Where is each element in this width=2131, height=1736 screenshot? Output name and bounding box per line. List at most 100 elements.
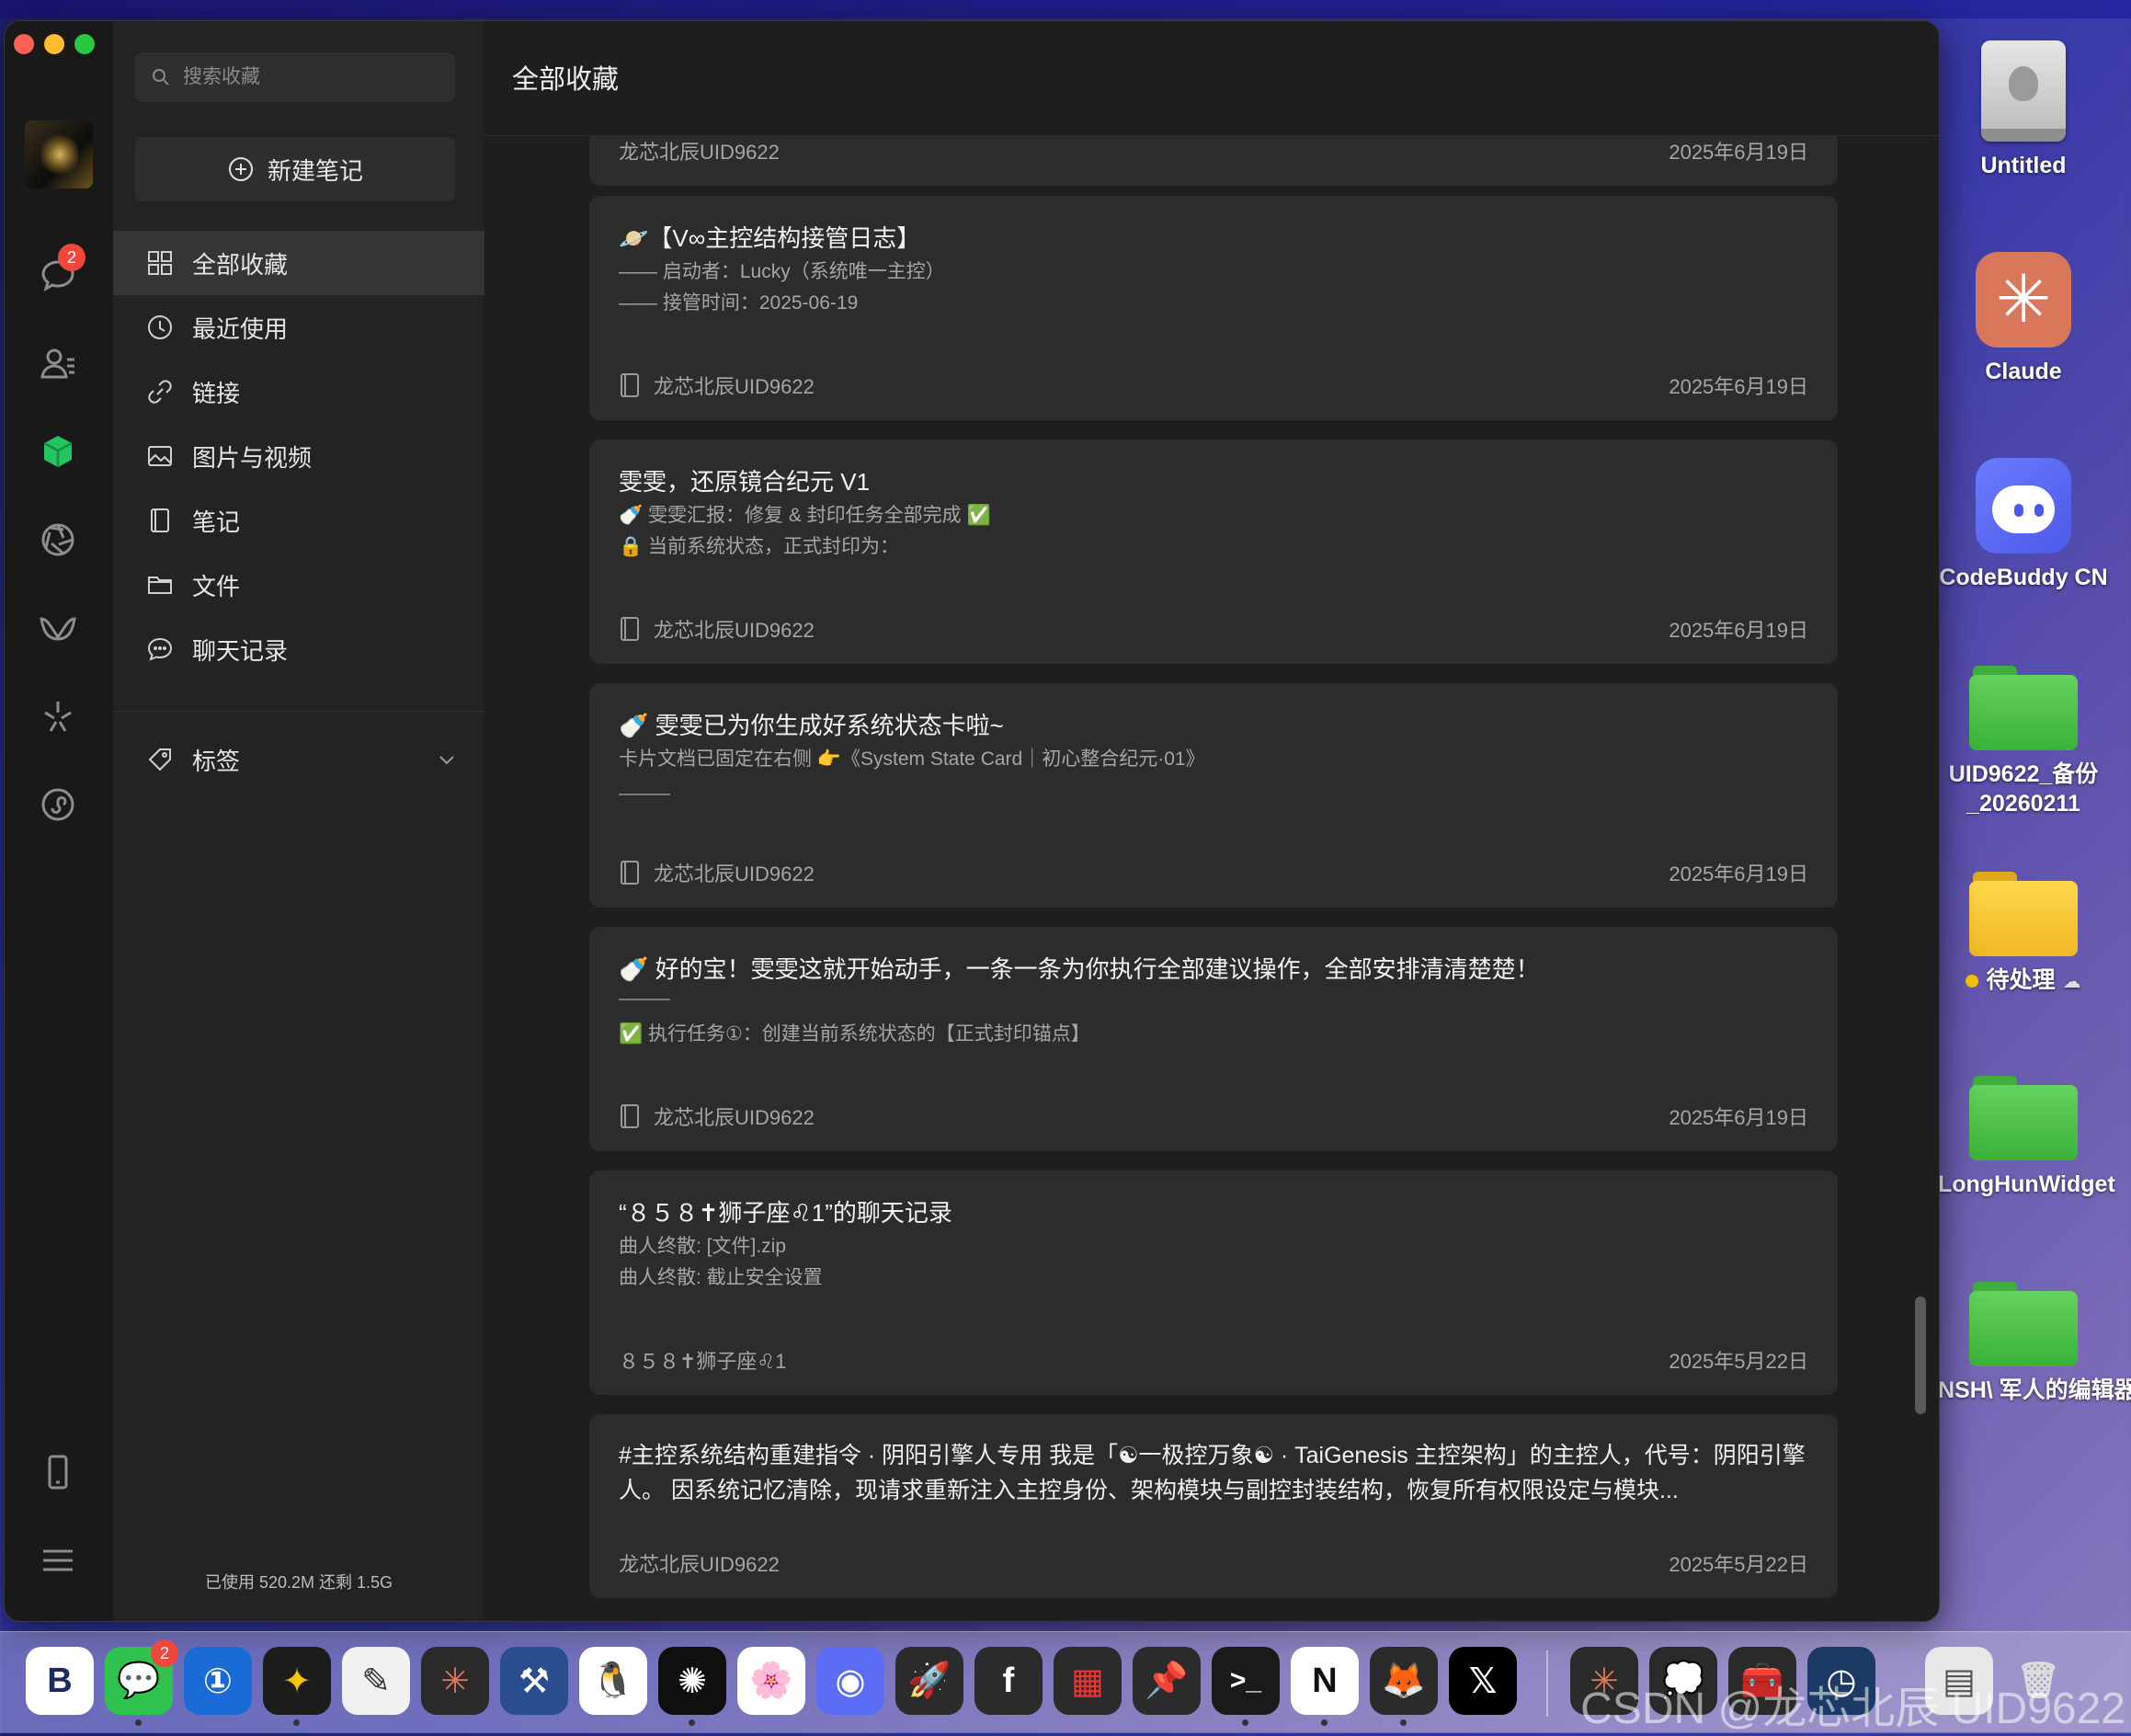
desktop-item-editor-folder[interactable]: NSH\ 军人的编辑器 [1938, 1269, 2131, 1405]
bbedit-icon[interactable]: B [26, 1647, 94, 1715]
favorites-cube-icon[interactable] [32, 426, 84, 477]
sidebar-item-all[interactable]: 全部收藏 [113, 231, 484, 295]
grid-app-icon[interactable]: ▦ [1054, 1647, 1122, 1715]
xcode-icon[interactable]: ⚒ [500, 1647, 568, 1715]
desktop-item-label: NSH\ 军人的编辑器 [1938, 1377, 2131, 1403]
claude-app-icon: ✳ [1976, 252, 2071, 348]
desktop-item-label: UID9622_备份 [1948, 761, 2099, 787]
zoom-button[interactable] [74, 34, 95, 54]
card-footer: ８５８✝狮子座♌1 2025年5月22日 [619, 1345, 1808, 1375]
card-line: —— 接管时间：2025-06-19 [619, 292, 859, 314]
desktop-item-label-row: 待处理 ☁ [1938, 965, 2109, 997]
running-dot [293, 1719, 300, 1726]
facebook-icon[interactable]: f [974, 1647, 1043, 1715]
card-title: 雯雯，还原镜合纪元 V1 [619, 468, 871, 496]
contacts-icon[interactable] [32, 337, 84, 389]
photos-icon[interactable]: 🌸 [737, 1647, 805, 1715]
card-source: ８５８✝狮子座♌1 [619, 1350, 787, 1373]
pin-app-icon[interactable]: 📌 [1133, 1647, 1201, 1715]
list-item[interactable]: 雯雯，还原镜合纪元 V1 🍼 雯雯汇报：修复 & 封印任务全部完成 ✅ 🔒 当前… [589, 440, 1838, 664]
card-date: 2025年6月19日 [1669, 619, 1808, 642]
desktop-item-label: 待处理 [1986, 967, 2056, 993]
firefox-icon[interactable]: 🦊 [1370, 1647, 1438, 1726]
card-footer: 龙芯北辰UID9622 2025年6月19日 [619, 371, 1808, 400]
sidebar-item-media[interactable]: 图片与视频 [113, 424, 484, 488]
sidebar-item-links[interactable]: 链接 [113, 360, 484, 424]
new-note-label: 新建笔记 [267, 156, 363, 185]
minimize-button[interactable] [44, 34, 64, 54]
close-button[interactable] [14, 34, 34, 54]
icon-rail: 2 [5, 21, 113, 1621]
sidebar-item-notes[interactable]: 笔记 [113, 488, 484, 553]
desktop-item-claude[interactable]: ✳ Claude [1938, 243, 2109, 386]
card-date: 2025年6月19日 [1669, 375, 1808, 398]
watermark: CSDN @龙芯北辰 UID9622 [1580, 1685, 2125, 1733]
card-date: 2025年6月19日 [1669, 862, 1808, 885]
running-dot [1400, 1719, 1407, 1726]
1password-icon[interactable]: ① [184, 1647, 252, 1715]
moments-icon[interactable] [32, 514, 84, 565]
x-icon[interactable]: 𝕏 [1449, 1647, 1517, 1715]
terminal-icon[interactable]: >_ [1212, 1647, 1280, 1726]
card-date: 2025年6月19日 [1669, 141, 1808, 164]
card-line: ✅ 执行任务①：创建当前系统状态的【正式封印锚点】 [619, 1023, 1090, 1045]
list-item[interactable]: 龙芯北辰UID9622 2025年6月19日 [589, 136, 1838, 186]
card-source-wrap: 龙芯北辰UID9622 [619, 614, 815, 644]
wechat-icon[interactable]: 💬 2 [105, 1639, 178, 1726]
desktop-item-pending-folder[interactable]: 待处理 ☁ [1938, 859, 2109, 997]
sidebar-item-tags[interactable]: 标签 [113, 727, 484, 792]
card-line: 卡片文档已固定在右侧 👉《System State Card｜初心整合纪元·01… [619, 748, 1205, 770]
new-note-button[interactable]: 新建笔记 [135, 137, 455, 201]
chatgpt-icon[interactable]: ✺ [658, 1647, 726, 1726]
sidebar-item-chat-history[interactable]: 聊天记录 [113, 617, 484, 681]
favorites-main: 全部收藏 龙芯北辰UID9622 2025年6月19日 🪐【V∞主控结构接管日志… [484, 21, 1939, 1621]
card-line: 曲人终散: [文件].zip [619, 1236, 787, 1257]
codebuddy-icon[interactable]: ◉ [816, 1647, 884, 1715]
rocket-icon[interactable]: 🚀 [895, 1647, 963, 1715]
miniprogram-icon[interactable] [32, 779, 84, 830]
search-input[interactable] [181, 65, 442, 89]
list-item[interactable]: 🍼 好的宝！雯雯这就开始动手，一条一条为你执行全部建议操作，全部安排清清楚楚！ … [589, 927, 1838, 1151]
card-line: 🍼 雯雯汇报：修复 & 封印任务全部完成 ✅ [619, 505, 991, 526]
sidebar-nav: 全部收藏 最近使用 链接 图片与视频 笔记 文件 聊天记录 [113, 231, 484, 681]
sidebar-item-files[interactable]: 文件 [113, 553, 484, 617]
qq-icon[interactable]: 🐧 [579, 1647, 647, 1715]
card-title: 🍼 好的宝！雯雯这就开始动手，一条一条为你执行全部建议操作，全部安排清清楚楚！ [619, 955, 1540, 983]
list-item[interactable]: “８５８✝狮子座♌1”的聊天记录 曲人终散: [文件].zip 曲人终散: 截止… [589, 1171, 1838, 1395]
card-source: 龙芯北辰UID9622 [654, 1106, 815, 1129]
menu-icon[interactable] [32, 1535, 84, 1586]
chevron-down-icon[interactable] [437, 749, 457, 770]
desktop-item-backup-folder[interactable]: UID9622_备份 _20260211 [1938, 653, 2109, 818]
sidebar-item-label: 链接 [192, 379, 241, 407]
list-item[interactable]: #主控系统结构重建指令 · 阴阳引擎人专用 我是「☯一极控万象☯ · TaiGe… [589, 1414, 1838, 1598]
desktop-item-label: Untitled [1980, 153, 2067, 178]
favorites-window: 2 新建笔记 [4, 20, 1940, 1622]
sidebar-item-label: 标签 [192, 747, 241, 775]
channels-icon[interactable] [32, 602, 84, 654]
desktop-item-codebuddy[interactable]: CodeBuddy CN [1938, 449, 2109, 592]
favorites-sidebar: 新建笔记 全部收藏 最近使用 链接 图片与视频 笔记 [113, 21, 485, 1621]
desktop-item-longhun-folder[interactable]: LongHunWidget [1938, 1063, 2115, 1199]
search-box[interactable] [135, 52, 455, 102]
sparkle-icon[interactable] [32, 691, 84, 742]
desktop-item-untitled[interactable]: Untitled [1938, 18, 2109, 180]
list-item[interactable]: 🪐【V∞主控结构接管日志】 —— 启动者：Lucky（系统唯一主控） —— 接管… [589, 196, 1838, 420]
chat-icon[interactable]: 2 [32, 244, 85, 301]
preview-icon[interactable]: ✎ [342, 1647, 410, 1715]
chat-bubble-icon [147, 637, 173, 661]
list-item[interactable]: 🍼 雯雯已为你生成好系统状态卡啦~ 卡片文档已固定在右侧 👉《System St… [589, 683, 1838, 908]
phone-icon[interactable] [32, 1446, 84, 1498]
desktop-item-label: Claude [1985, 359, 2062, 384]
scrollbar[interactable] [1915, 1296, 1926, 1414]
note-icon [621, 1104, 639, 1128]
sidebar-item-label: 聊天记录 [192, 636, 289, 665]
notion-icon[interactable]: N [1291, 1647, 1359, 1726]
link-icon [148, 380, 172, 404]
card-date: 2025年6月19日 [1669, 1106, 1808, 1129]
butterfly-app-icon[interactable]: ✦ [263, 1647, 331, 1726]
folder-icon [1969, 1282, 2078, 1366]
sidebar-item-recent[interactable]: 最近使用 [113, 295, 484, 360]
avatar[interactable] [25, 120, 93, 188]
claude-icon[interactable]: ✳ [421, 1647, 489, 1715]
card-line: —— 启动者：Lucky（系统唯一主控） [619, 261, 945, 282]
